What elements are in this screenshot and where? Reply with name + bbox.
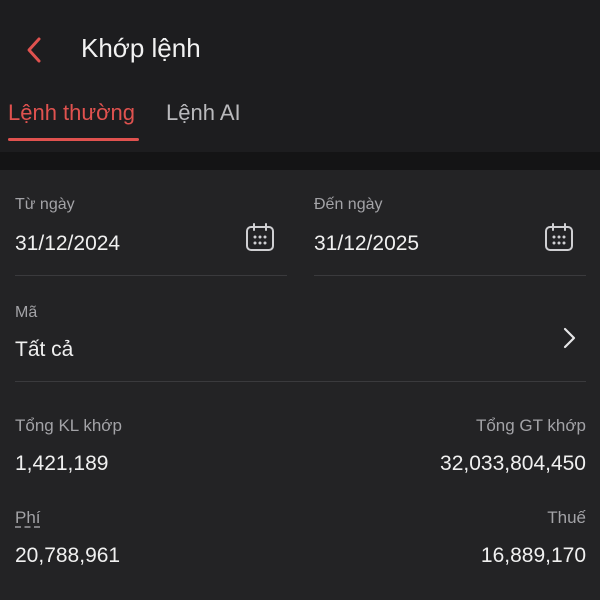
tax-value: 16,889,170 bbox=[480, 544, 586, 567]
from-date-field[interactable]: Từ ngày 31/12/2024 bbox=[0, 170, 300, 276]
total-value-label: Tổng GT khớp bbox=[475, 416, 586, 435]
total-volume-label: Tổng KL khớp bbox=[15, 416, 122, 435]
to-date-label: Đến ngày bbox=[314, 196, 383, 213]
to-date-field[interactable]: Đến ngày 31/12/2025 bbox=[300, 170, 600, 276]
page-title: Khớp lệnh bbox=[81, 33, 201, 63]
tab-regular-orders[interactable]: Lệnh thường bbox=[8, 100, 135, 126]
total-volume-value: 1,421,189 bbox=[15, 452, 109, 475]
code-divider bbox=[15, 381, 586, 382]
fee-label[interactable]: Phí bbox=[15, 508, 41, 528]
from-date-label: Từ ngày bbox=[15, 196, 75, 213]
code-value: Tất cả bbox=[15, 338, 74, 361]
tab-ai-orders[interactable]: Lệnh AI bbox=[166, 100, 241, 126]
fee-value: 20,788,961 bbox=[15, 544, 121, 567]
from-date-divider bbox=[15, 275, 287, 276]
tax-label: Thuế bbox=[547, 508, 586, 527]
active-tab-indicator bbox=[8, 138, 139, 141]
code-label: Mã bbox=[15, 304, 38, 321]
code-selector[interactable]: Mã Tất cả bbox=[0, 290, 600, 382]
chevron-left-icon bbox=[27, 37, 41, 63]
from-date-value: 31/12/2024 bbox=[15, 232, 121, 255]
total-value-value: 32,033,804,450 bbox=[440, 452, 586, 475]
back-button[interactable] bbox=[14, 30, 54, 70]
tab-bar: Lệnh thường Lệnh AI bbox=[0, 96, 600, 152]
section-separator bbox=[0, 152, 600, 170]
chevron-right-icon bbox=[563, 327, 576, 349]
app-header: Khớp lệnh bbox=[0, 0, 600, 96]
to-date-value: 31/12/2025 bbox=[314, 232, 420, 255]
calendar-icon[interactable] bbox=[544, 222, 574, 252]
calendar-icon[interactable] bbox=[245, 222, 275, 252]
to-date-divider bbox=[314, 275, 586, 276]
filter-panel: Từ ngày 31/12/2024 Đến ngày 31/12/2025 M… bbox=[0, 170, 600, 600]
